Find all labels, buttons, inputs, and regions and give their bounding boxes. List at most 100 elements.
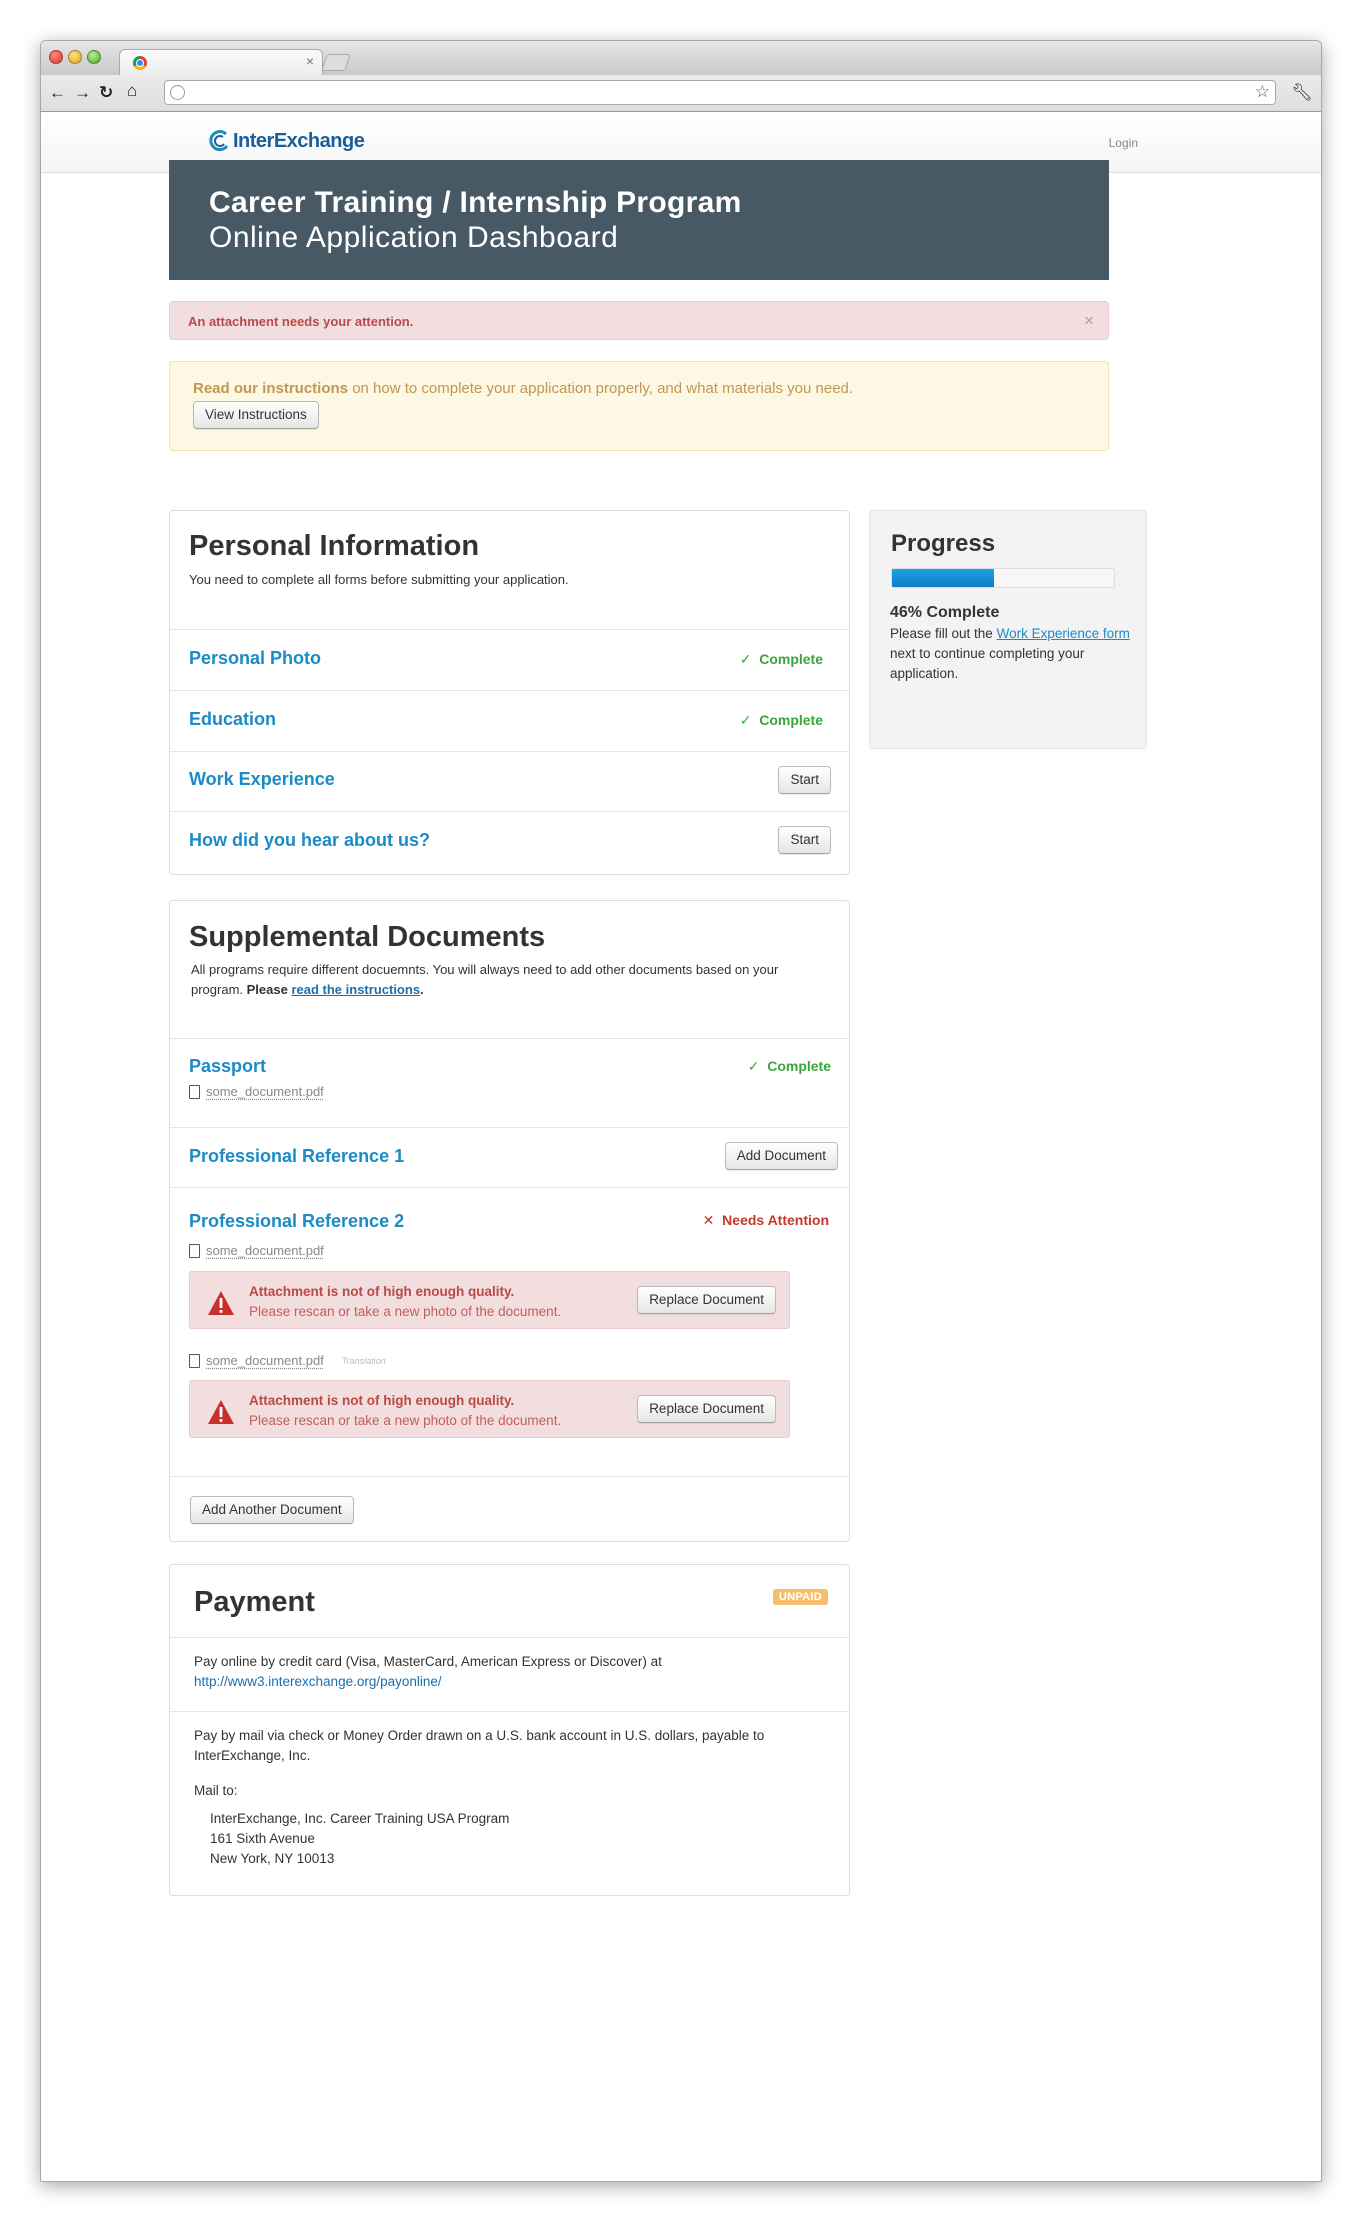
close-window-button[interactable]: [49, 50, 63, 64]
warning-text: Please rescan or take a new photo of the…: [249, 1413, 562, 1428]
file-icon: [189, 1353, 200, 1368]
new-tab-button[interactable]: [321, 54, 351, 71]
progress-panel: Progress 46% Complete Please fill out th…: [869, 510, 1147, 749]
interexchange-logo[interactable]: InterExchange: [206, 129, 365, 153]
work-experience-start-button[interactable]: Start: [778, 766, 831, 794]
address-bar[interactable]: ☆: [164, 80, 1276, 105]
reference-2-file-1[interactable]: some_document.pdf: [189, 1243, 324, 1258]
page-banner: Career Training / Internship Program Onl…: [169, 160, 1109, 280]
star-icon[interactable]: ☆: [1255, 82, 1270, 102]
status-label: Complete: [759, 712, 823, 728]
reference-2-file-2[interactable]: some_document.pdf Translation: [189, 1353, 386, 1368]
tab-strip: ×: [41, 41, 1321, 76]
minimize-window-button[interactable]: [68, 50, 82, 64]
work-experience-link[interactable]: Work Experience: [189, 769, 335, 790]
tab-close-icon[interactable]: ×: [306, 53, 314, 69]
warning-triangle-icon: [208, 1291, 234, 1315]
passport-status: ✓ Complete: [748, 1058, 831, 1075]
progress-bar-fill: [892, 569, 995, 587]
supplemental-sub-bold: Please: [246, 982, 288, 997]
document-row-reference-2: Professional Reference 2 ✕ Needs Attenti…: [170, 1187, 849, 1476]
address-line: 161 Sixth Avenue: [210, 1831, 315, 1846]
instructions-lead: Read our instructions: [193, 380, 349, 397]
reference-2-link[interactable]: Professional Reference 2: [189, 1211, 404, 1232]
progress-message-tail: next to continue completing your applica…: [890, 646, 1085, 681]
reload-icon[interactable]: ↻: [99, 84, 113, 102]
read-instructions-link[interactable]: read the instructions: [291, 982, 420, 997]
add-another-row: Add Another Document: [170, 1476, 849, 1542]
browser-tab[interactable]: ×: [119, 49, 323, 76]
login-link[interactable]: Login: [1109, 136, 1138, 150]
file-name[interactable]: some_document.pdf: [206, 1084, 324, 1099]
add-document-button[interactable]: Add Document: [724, 1142, 838, 1170]
supplemental-documents-panel: Supplemental Documents All programs requ…: [169, 900, 850, 1542]
address-line: InterExchange, Inc. Career Training USA …: [210, 1811, 510, 1826]
file-name[interactable]: some_document.pdf: [206, 1353, 324, 1368]
mail-address: InterExchange, Inc. Career Training USA …: [210, 1809, 509, 1869]
payment-title: Payment: [194, 1586, 315, 1618]
maximize-window-button[interactable]: [87, 50, 101, 64]
globe-icon: [170, 85, 185, 100]
attention-alert: An attachment needs your attention. ×: [169, 301, 1109, 340]
document-row-passport: Passport ✓ Complete some_document.pdf: [170, 1038, 849, 1127]
status-label: Complete: [759, 651, 823, 667]
page-title: Career Training / Internship Program: [209, 186, 742, 219]
translation-label: Translation: [341, 1355, 386, 1366]
work-experience-form-link[interactable]: Work Experience form: [997, 626, 1130, 641]
form-row-education: Education ✓ Complete: [170, 690, 849, 751]
how-did-you-hear-link[interactable]: How did you hear about us?: [189, 830, 430, 851]
x-mark-icon: ✕: [702, 1212, 715, 1228]
pay-by-mail-section: Pay by mail via check or Money Order dra…: [170, 1711, 849, 1896]
file-name[interactable]: some_document.pdf: [206, 1243, 324, 1258]
replace-document-button[interactable]: Replace Document: [637, 1286, 776, 1314]
personal-information-subtitle: You need to complete all forms before su…: [189, 572, 569, 587]
progress-message: Please fill out the Work Experience form…: [890, 624, 1135, 684]
payment-panel: Payment UNPAID Pay online by credit card…: [169, 1564, 850, 1896]
progress-percent: 46% Complete: [890, 604, 1000, 621]
personal-photo-link[interactable]: Personal Photo: [189, 648, 321, 669]
window-controls: [49, 50, 101, 64]
passport-link[interactable]: Passport: [189, 1056, 266, 1077]
how-did-you-hear-start-button[interactable]: Start: [778, 826, 831, 854]
view-instructions-button[interactable]: View Instructions: [193, 401, 319, 429]
progress-bar: [891, 568, 1115, 588]
quality-warning-1: Attachment is not of high enough quality…: [189, 1271, 790, 1329]
personal-information-title: Personal Information: [189, 530, 480, 562]
forward-icon[interactable]: →: [74, 84, 91, 102]
home-icon[interactable]: ⌂: [127, 82, 137, 100]
personal-photo-status: ✓ Complete: [740, 651, 823, 668]
form-row-work-experience: Work Experience Start: [170, 751, 849, 811]
replace-document-button[interactable]: Replace Document: [637, 1395, 776, 1423]
passport-file[interactable]: some_document.pdf: [189, 1084, 324, 1099]
progress-message-lead: Please fill out the: [890, 626, 997, 641]
warning-text: Please rescan or take a new photo of the…: [249, 1304, 562, 1319]
reference-2-status: ✕ Needs Attention: [703, 1212, 829, 1229]
checkmark-icon: ✓: [739, 651, 752, 667]
status-label: Complete: [767, 1058, 831, 1074]
reference-1-link[interactable]: Professional Reference 1: [189, 1146, 404, 1167]
back-icon[interactable]: ←: [49, 84, 66, 102]
wrench-icon[interactable]: 🔧︎: [1291, 83, 1313, 103]
warning-triangle-icon: [208, 1400, 234, 1424]
personal-information-panel: Personal Information You need to complet…: [169, 510, 850, 875]
page-subtitle: Online Application Dashboard: [209, 221, 619, 254]
pay-online-text: Pay online by credit card (Visa, MasterC…: [194, 1654, 662, 1669]
pay-online-section: Pay online by credit card (Visa, MasterC…: [170, 1637, 849, 1711]
browser-toolbar: ← → ↻ ⌂ ☆ 🔧︎: [41, 75, 1321, 112]
alert-close-icon[interactable]: ×: [1084, 311, 1094, 331]
progress-title: Progress: [891, 530, 996, 557]
quality-warning-2: Attachment is not of high enough quality…: [189, 1380, 790, 1438]
file-icon: [189, 1084, 200, 1099]
checkmark-icon: ✓: [739, 712, 752, 728]
add-another-document-button[interactable]: Add Another Document: [190, 1496, 354, 1524]
form-row-how-did-you-hear: How did you hear about us? Start: [170, 811, 849, 875]
form-row-personal-photo: Personal Photo ✓ Complete: [170, 629, 849, 690]
pay-by-mail-text: Pay by mail via check or Money Order dra…: [194, 1728, 765, 1763]
education-link[interactable]: Education: [189, 709, 276, 730]
warning-title: Attachment is not of high enough quality…: [249, 1393, 515, 1408]
supplemental-sub-end: .: [420, 982, 424, 997]
education-status: ✓ Complete: [740, 712, 823, 729]
pay-online-link[interactable]: http://www3.interexchange.org/payonline/: [194, 1674, 442, 1689]
instructions-text: on how to complete your application prop…: [348, 380, 854, 397]
supplemental-documents-title: Supplemental Documents: [189, 921, 546, 953]
